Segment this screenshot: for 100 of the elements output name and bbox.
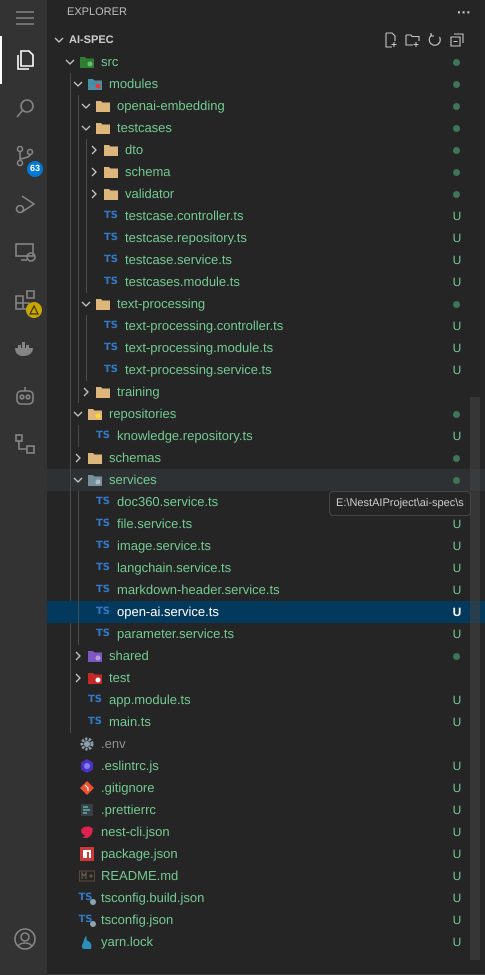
new-folder-icon[interactable] bbox=[405, 32, 421, 48]
folder-name[interactable]: repositories bbox=[109, 404, 176, 424]
folder-name[interactable]: testcases bbox=[117, 118, 172, 138]
count-badge: 63 bbox=[27, 161, 43, 177]
file-name[interactable]: main.ts bbox=[109, 712, 151, 732]
file-name[interactable]: testcase.controller.ts bbox=[125, 206, 244, 226]
folder-icon bbox=[103, 187, 119, 201]
typescript-icon: TS bbox=[96, 431, 110, 441]
typescript-icon: TS bbox=[104, 211, 118, 221]
git-status-label: U bbox=[452, 362, 462, 379]
new-file-icon[interactable] bbox=[383, 32, 399, 48]
typescript-icon: TS bbox=[96, 497, 110, 507]
file-name[interactable]: yarn.lock bbox=[101, 932, 154, 952]
file-name[interactable]: markdown-header.service.ts bbox=[117, 580, 280, 600]
git-status-label: U bbox=[452, 934, 462, 951]
typescript-icon: TS bbox=[104, 343, 118, 353]
file-name[interactable]: .gitignore bbox=[101, 778, 154, 798]
file-name[interactable]: tsconfig.build.json bbox=[101, 888, 204, 908]
git-status-label: U bbox=[452, 428, 462, 445]
typescript-icon: TS bbox=[96, 629, 110, 639]
hovered-row[interactable]: services bbox=[47, 469, 485, 491]
project-title[interactable]: AI-SPEC bbox=[69, 32, 114, 48]
folder-name[interactable]: validator bbox=[125, 184, 174, 204]
selected-row[interactable]: TS open-ai.service.ts U bbox=[47, 601, 485, 623]
folder-icon bbox=[95, 297, 111, 311]
git-status-label: U bbox=[452, 802, 462, 819]
file-name[interactable]: app.module.ts bbox=[109, 690, 191, 710]
git-status-label: U bbox=[452, 582, 462, 599]
file-name[interactable]: testcase.repository.ts bbox=[125, 228, 247, 248]
account-icon[interactable] bbox=[12, 927, 36, 951]
typescript-icon: TS bbox=[104, 255, 118, 265]
gear-icon bbox=[79, 736, 95, 752]
file-name[interactable]: text-processing.controller.ts bbox=[125, 316, 284, 336]
git-status-label: U bbox=[452, 758, 462, 775]
git-diamond-icon bbox=[79, 780, 95, 796]
file-name[interactable]: langchain.service.ts bbox=[117, 558, 232, 578]
git-status-label: U bbox=[452, 604, 462, 621]
folder-name[interactable]: test bbox=[109, 668, 130, 688]
extensions-icon[interactable] bbox=[12, 288, 36, 312]
test-folder-icon bbox=[87, 671, 103, 685]
typescript-icon: TS bbox=[88, 695, 102, 705]
git-status-label: U bbox=[452, 912, 462, 929]
folder-name[interactable]: text-processing bbox=[117, 294, 206, 314]
file-name[interactable]: tsconfig.json bbox=[101, 910, 174, 930]
folder-name[interactable]: shared bbox=[109, 646, 149, 666]
folder-name[interactable]: openai-embedding bbox=[117, 96, 225, 116]
git-status-label: U bbox=[452, 890, 462, 907]
file-name[interactable]: doc360.service.ts bbox=[117, 492, 218, 512]
collapse-all-icon[interactable] bbox=[449, 32, 465, 48]
file-name[interactable]: file.service.ts bbox=[117, 514, 192, 534]
typescript-icon: TS bbox=[88, 717, 102, 727]
file-name[interactable]: image.service.ts bbox=[117, 536, 211, 556]
git-status-label: U bbox=[452, 868, 462, 885]
monitor-icon[interactable] bbox=[12, 240, 36, 264]
folder-name[interactable]: schemas bbox=[109, 448, 162, 468]
more-actions-icon[interactable]: ··· bbox=[457, 5, 471, 19]
markdown-icon bbox=[79, 868, 95, 884]
file-name[interactable]: text-processing.service.ts bbox=[125, 360, 272, 380]
folder-name[interactable]: src bbox=[101, 52, 118, 72]
folder-icon bbox=[95, 385, 111, 399]
folder-name[interactable]: schema bbox=[125, 162, 171, 182]
typescript-icon: TS bbox=[104, 233, 118, 243]
git-status-label: U bbox=[452, 560, 462, 577]
file-name[interactable]: .prettierrc bbox=[101, 800, 156, 820]
tree-diagram-icon[interactable] bbox=[12, 432, 36, 456]
file-name[interactable]: .env bbox=[101, 734, 126, 754]
git-status-label: U bbox=[452, 538, 462, 555]
file-name[interactable]: open-ai.service.ts bbox=[117, 602, 219, 622]
typescript-icon: TS bbox=[104, 365, 118, 375]
scrollbar-thumb[interactable] bbox=[470, 397, 480, 960]
file-name[interactable]: testcase.service.ts bbox=[125, 250, 232, 270]
file-name[interactable]: package.json bbox=[101, 844, 178, 864]
folder-icon bbox=[103, 143, 119, 157]
path-tooltip: E:\NestAIProject\ai-spec\s bbox=[329, 491, 471, 516]
typescript-icon: TS bbox=[96, 563, 110, 573]
file-name[interactable]: nest-cli.json bbox=[101, 822, 170, 842]
typescript-icon: TS bbox=[96, 541, 110, 551]
typescript-icon: TS bbox=[96, 519, 110, 529]
refresh-icon[interactable] bbox=[427, 32, 443, 48]
git-status-label: U bbox=[452, 208, 462, 225]
git-status-label: U bbox=[452, 692, 462, 709]
source-folder-icon bbox=[79, 55, 95, 69]
file-name[interactable]: .eslintrc.js bbox=[101, 756, 159, 776]
modules-folder-icon bbox=[87, 77, 103, 91]
file-name[interactable]: text-processing.module.ts bbox=[125, 338, 274, 358]
git-status-label: U bbox=[452, 318, 462, 335]
repository-folder-icon bbox=[87, 407, 103, 421]
file-name[interactable]: parameter.service.ts bbox=[117, 624, 234, 644]
lines-icon bbox=[79, 802, 95, 818]
hexagon-icon bbox=[79, 758, 95, 774]
git-status-label: U bbox=[452, 252, 462, 269]
folder-name[interactable]: modules bbox=[109, 74, 158, 94]
folder-name[interactable]: training bbox=[117, 382, 160, 402]
shared-folder-icon bbox=[87, 649, 103, 663]
file-name[interactable]: testcases.module.ts bbox=[125, 272, 240, 292]
folder-icon bbox=[95, 121, 111, 135]
git-status-label: U bbox=[452, 274, 462, 291]
file-name[interactable]: README.md bbox=[101, 866, 178, 886]
file-name[interactable]: knowledge.repository.ts bbox=[117, 426, 253, 446]
folder-name[interactable]: dto bbox=[125, 140, 144, 160]
